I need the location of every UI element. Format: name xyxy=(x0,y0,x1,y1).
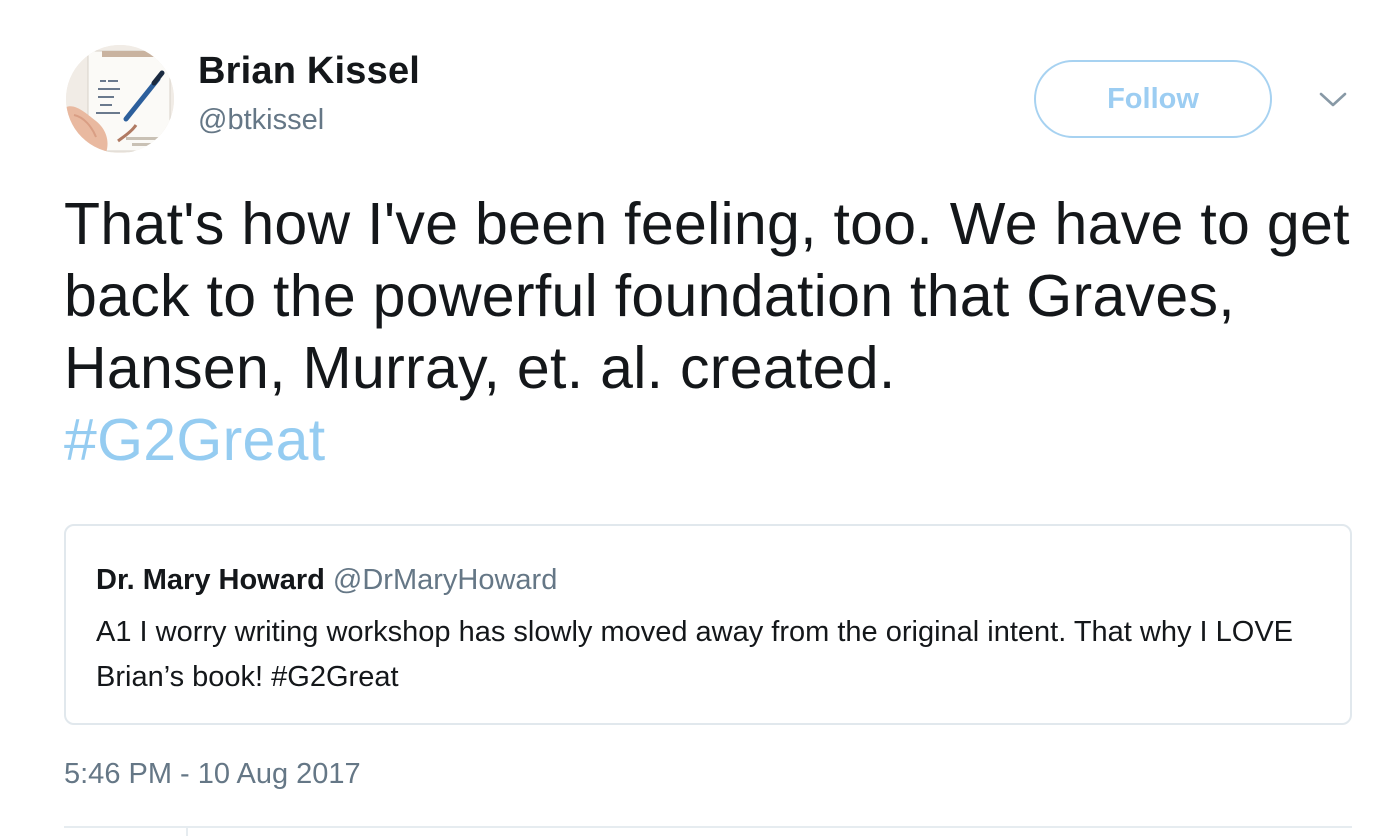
tweet-timestamp[interactable]: 5:46 PM - 10 Aug 2017 xyxy=(64,758,361,791)
author-avatar[interactable] xyxy=(66,45,174,153)
divider xyxy=(64,826,1352,828)
quoted-author-handle: @DrMaryHoward xyxy=(332,564,558,596)
quoted-tweet[interactable]: Dr. Mary Howard @DrMaryHoward A1 I worry… xyxy=(64,524,1352,725)
tweet-text: That's how I've been feeling, too. We ha… xyxy=(64,188,1364,476)
quoted-tweet-header: Dr. Mary Howard @DrMaryHoward xyxy=(96,564,557,597)
divider-tick xyxy=(186,826,188,836)
hashtag-link[interactable]: #G2Great xyxy=(64,407,325,473)
book-cover-avatar xyxy=(66,45,174,153)
chevron-down-icon[interactable] xyxy=(1318,90,1348,110)
tweet-body: That's how I've been feeling, too. We ha… xyxy=(64,191,1350,401)
author-handle[interactable]: @btkissel xyxy=(198,104,324,137)
follow-button[interactable]: Follow xyxy=(1034,60,1272,138)
tweet-card: Brian Kissel @btkissel Follow That's how… xyxy=(0,0,1396,836)
author-name[interactable]: Brian Kissel xyxy=(198,50,420,93)
quoted-tweet-text: A1 I worry writing workshop has slowly m… xyxy=(96,616,1294,693)
quoted-author-name: Dr. Mary Howard xyxy=(96,564,325,596)
